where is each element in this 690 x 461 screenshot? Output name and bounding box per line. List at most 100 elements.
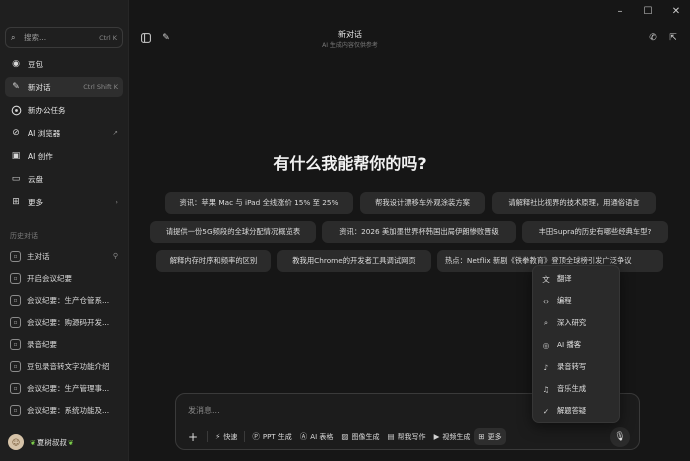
nav-new-task[interactable]: 新办公任务 <box>5 100 123 120</box>
history-label: 会议纪要：生产管理事... <box>27 383 110 393</box>
chat-icon: ▫ <box>10 360 21 372</box>
chat-icon: ▫ <box>10 250 21 262</box>
header-right-icons: ✆ ⇱ <box>647 32 679 44</box>
user-name: 夏树叔叔 <box>36 437 67 447</box>
chat-icon: ▫ <box>10 294 21 306</box>
menu-label: 深入研究 <box>557 318 587 327</box>
menu-podcast[interactable]: ◎ AI 播客 <box>533 334 621 356</box>
nav-shortcut: Ctrl Shift K <box>83 83 118 91</box>
new-chat-icon[interactable]: ✎ <box>160 32 172 44</box>
pin-icon[interactable]: ⚲ <box>113 252 118 260</box>
tool-more[interactable]: ⊞ 更多 <box>474 428 506 445</box>
page-title: 新对话 <box>338 30 362 39</box>
history-item[interactable]: ▫ 会议纪要：系统功能及... <box>5 400 123 420</box>
leaf-icon: ❦ <box>30 438 36 447</box>
mic-icon: ♪ <box>543 362 549 372</box>
tool-video[interactable]: ▶ 视频生成 <box>430 428 475 445</box>
tool-writing[interactable]: ▤ 帮我写作 <box>383 428 429 445</box>
welcome-heading: 有什么我能帮你的吗? <box>273 154 427 173</box>
pen-icon: ▤ <box>387 432 395 441</box>
tool-label: 视频生成 <box>442 432 471 441</box>
tool-ai-table[interactable]: Ⓐ AI 表格 <box>296 428 338 445</box>
grid-icon: ⊞ <box>12 197 20 207</box>
solve-icon: ✓ <box>542 406 550 416</box>
user-name-row: ❦夏树叔叔❦ <box>29 437 75 448</box>
podcast-icon: ◎ <box>542 340 550 350</box>
doubao-logo-icon: ◉ <box>12 59 20 69</box>
menu-label: 解题答疑 <box>557 406 587 415</box>
tool-label: 更多 <box>487 432 502 441</box>
image-icon: ▨ <box>341 432 349 441</box>
chat-icon: ▫ <box>10 272 21 284</box>
input-toolbar: + ⚡ 快速 Ⓟ PPT 生成 Ⓐ AI 表格 ▨ 图像生成 ▤ 帮我写作 ▶ 视频生成 ⊞… <box>186 428 506 445</box>
plus-icon[interactable]: + <box>186 428 204 445</box>
tool-label: 快速 <box>223 432 238 441</box>
close-icon[interactable]: ✕ <box>662 0 690 22</box>
ppt-icon: Ⓟ <box>252 432 260 441</box>
share-icon[interactable]: ⇱ <box>667 32 679 44</box>
suggestion-chip[interactable]: 请解释社比视界的技术原理，用通俗语言 <box>492 192 656 214</box>
history-item[interactable]: ▫ 会议纪要：购源码开发... <box>5 312 123 332</box>
nav-new-chat[interactable]: ✎ 新对话 Ctrl Shift K <box>5 77 123 97</box>
search-icon: ⌕ <box>11 32 16 42</box>
video-icon: ▶ <box>433 432 440 441</box>
image-icon: ▣ <box>11 151 21 161</box>
suggestion-chip[interactable]: 教我用Chrome的开发者工具调试网页 <box>277 250 431 272</box>
menu-label: 翻译 <box>557 274 572 283</box>
history-item[interactable]: ▫ 录音纪要 <box>5 334 123 354</box>
suggestion-chip[interactable]: 请提供一份5G频段的全球分配情况概览表 <box>150 221 316 243</box>
translate-icon: 文 <box>542 274 550 284</box>
suggestion-chip[interactable]: 帮我设计漂移车外观涂装方案 <box>360 192 485 214</box>
page-subtitle: AI 生成内容仅供参考 <box>322 42 378 49</box>
menu-research[interactable]: ⌕ 深入研究 <box>533 312 621 334</box>
history-item[interactable]: ▫ 豆包录音转文字功能介绍 <box>5 356 123 376</box>
sidebar: ⌕ 搜索... Ctrl K ◉ 豆包 ✎ 新对话 Ctrl Shift K 新… <box>0 0 129 461</box>
compass-icon: ⊘ <box>12 128 20 138</box>
menu-solve[interactable]: ✓ 解题答疑 <box>533 400 621 422</box>
maximize-icon[interactable]: ☐ <box>634 0 662 22</box>
minimize-icon[interactable]: – <box>606 0 634 22</box>
history-item[interactable]: ▫ 主对话 ⚲ <box>5 246 123 266</box>
menu-music[interactable]: ♫ 音乐生成 <box>533 378 621 400</box>
nav-doubao[interactable]: ◉ 豆包 <box>5 54 123 74</box>
menu-label: 音乐生成 <box>557 384 587 393</box>
menu-code[interactable]: ‹› 编程 <box>533 290 621 312</box>
grid-icon: ⊞ <box>478 432 485 441</box>
tool-image[interactable]: ▨ 图像生成 <box>337 428 383 445</box>
chat-icon: ▫ <box>10 316 21 328</box>
user-profile[interactable]: ☺ ❦夏树叔叔❦ <box>8 434 75 450</box>
history-item[interactable]: ▫ 会议纪要：生产仓管系... <box>5 290 123 310</box>
mic-icon: 🎙 <box>614 432 626 442</box>
avatar: ☺ <box>8 434 24 450</box>
history-label: 会议纪要：系统功能及... <box>27 405 110 415</box>
menu-label: 录音转写 <box>557 362 587 371</box>
menu-translate[interactable]: 文翻译 <box>533 268 621 290</box>
suggestion-chip[interactable]: 丰田Supra的历史有哪些经典车型? <box>522 221 668 243</box>
chat-icon: ▫ <box>10 382 21 394</box>
history-item[interactable]: ▫ 开启会议纪要 <box>5 268 123 288</box>
sidebar-toggle-icon[interactable] <box>140 32 152 44</box>
divider <box>244 431 246 442</box>
suggestion-chip[interactable]: 资讯：苹果 Mac 与 iPad 全线涨价 15% 至 25% <box>165 192 353 214</box>
suggestion-chip[interactable]: 解释内存时序和频率的区别 <box>156 250 271 272</box>
music-icon: ♫ <box>542 384 550 394</box>
history-item[interactable]: ▫ 会议纪要：生产管理事... <box>5 378 123 398</box>
task-icon <box>10 104 22 116</box>
search-input[interactable]: ⌕ 搜索... Ctrl K <box>5 27 123 48</box>
history-label: 会议纪要：生产仓管系... <box>27 295 110 305</box>
menu-transcribe[interactable]: ♪ 录音转写 <box>533 356 621 378</box>
history-label: 豆包录音转文字功能介绍 <box>27 361 110 371</box>
edit-icon: ✎ <box>12 82 20 92</box>
nav-more[interactable]: ⊞ 更多 › <box>5 192 123 212</box>
tool-quick[interactable]: ⚡ 快速 <box>211 428 241 445</box>
microphone-button[interactable]: 🎙 <box>610 427 630 447</box>
suggestion-chip[interactable]: 资讯：2026 美加墨世界杯韩国出局伊朗惨败晋级 <box>322 221 516 243</box>
lightning-icon: ⚡ <box>215 432 221 441</box>
nav-ai-create[interactable]: ▣ AI 创作 <box>5 146 123 166</box>
header-left-icons: ✎ <box>140 32 172 44</box>
nav-cloud[interactable]: ▭ 云盘 <box>5 169 123 189</box>
nav-ai-browser[interactable]: ⊘ AI 浏览器 ↗ <box>5 123 123 143</box>
phone-icon[interactable]: ✆ <box>647 32 659 44</box>
tool-ppt[interactable]: Ⓟ PPT 生成 <box>248 428 295 445</box>
search-placeholder: 搜索... <box>24 33 47 42</box>
